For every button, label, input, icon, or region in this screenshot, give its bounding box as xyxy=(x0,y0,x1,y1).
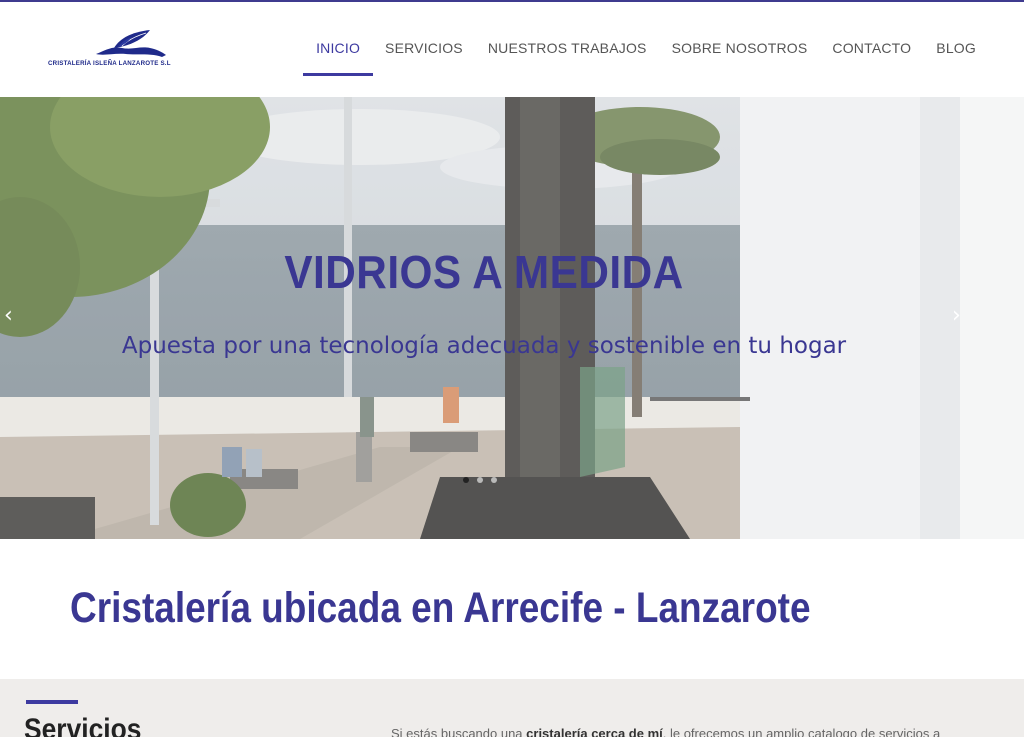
services-intro-pre: Si estás buscando una xyxy=(391,726,527,737)
page-headline: Cristalería ubicada en Arrecife - Lanzar… xyxy=(70,584,811,632)
site-header: CRISTALERÍA ISLEÑA LANZAROTE S.L INICIO … xyxy=(0,2,1024,97)
main-nav: INICIO SERVICIOS NUESTROS TRABAJOS SOBRE… xyxy=(303,40,976,76)
brand-name: CRISTALERÍA ISLEÑA LANZAROTE S.L xyxy=(48,60,171,67)
services-section: Servicios Si estás buscando una cristale… xyxy=(0,679,1024,737)
services-intro-post: , le ofrecemos un amplio catalogo de ser… xyxy=(662,726,941,737)
leaf-on-island-logo-icon xyxy=(96,30,166,57)
brand-logo[interactable]: CRISTALERÍA ISLEÑA LANZAROTE S.L xyxy=(48,28,213,72)
chevron-right-icon[interactable]: › xyxy=(952,303,961,328)
slider-dot-3[interactable] xyxy=(491,477,497,483)
slider-dot-2[interactable] xyxy=(477,477,483,483)
hero-background-image xyxy=(0,97,1024,539)
section-accent-bar xyxy=(26,700,78,704)
hero-subtitle: Apuesta por una tecnología adecuada y so… xyxy=(121,333,847,359)
nav-item-nuestros-trabajos[interactable]: NUESTROS TRABAJOS xyxy=(488,40,647,76)
hero-slider: VIDRIOS A MEDIDA Apuesta por una tecnolo… xyxy=(0,97,1024,539)
services-title: Servicios xyxy=(24,713,142,737)
nav-item-inicio[interactable]: INICIO xyxy=(303,40,374,76)
slider-dot-1[interactable] xyxy=(463,477,469,483)
services-intro-link[interactable]: cristalería cerca de mí xyxy=(526,726,663,737)
chevron-left-icon[interactable]: ‹ xyxy=(4,303,13,328)
nav-item-sobre-nosotros[interactable]: SOBRE NOSOTROS xyxy=(672,40,808,76)
slider-dots xyxy=(463,477,497,483)
nav-item-servicios[interactable]: SERVICIOS xyxy=(385,40,463,76)
hero-title: VIDRIOS A MEDIDA xyxy=(284,246,684,298)
services-intro: Si estás buscando una cristalería cerca … xyxy=(391,726,991,737)
nav-item-blog[interactable]: BLOG xyxy=(936,40,976,76)
nav-item-contacto[interactable]: CONTACTO xyxy=(832,40,911,76)
